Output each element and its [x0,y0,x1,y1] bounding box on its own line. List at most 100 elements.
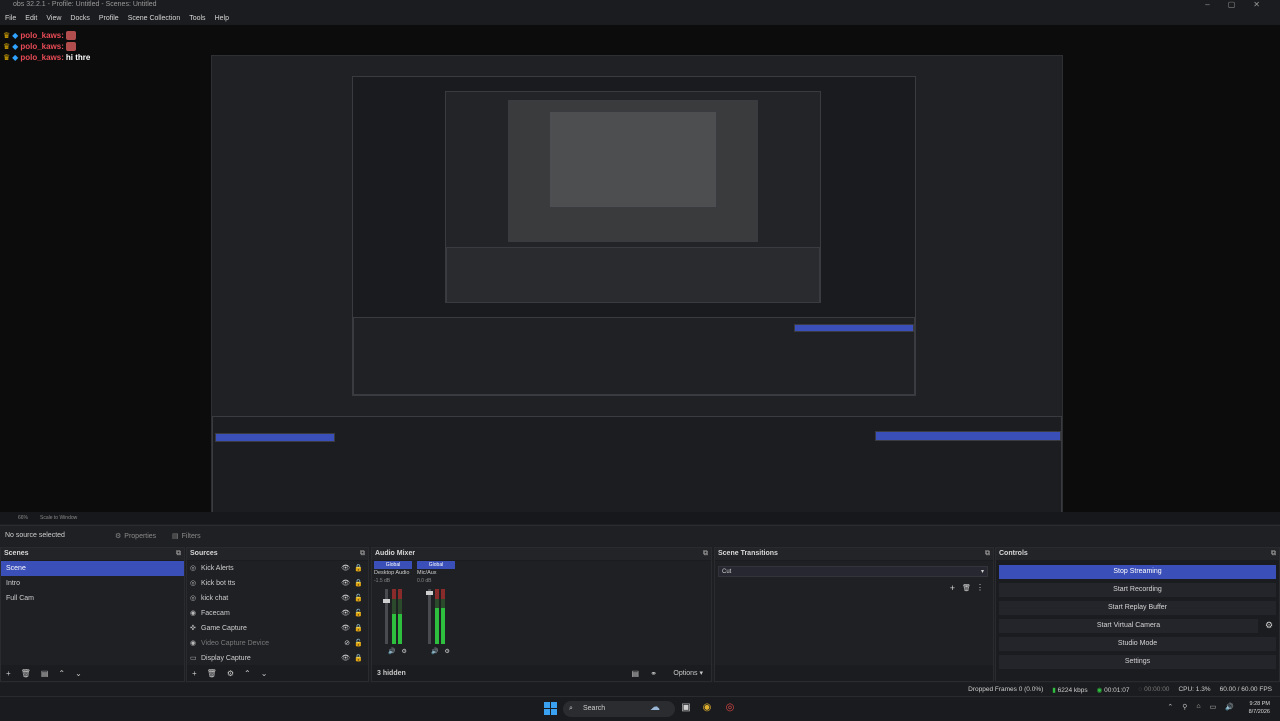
up-icon[interactable]: ⌃ [58,669,65,678]
windows-start-icon[interactable] [544,702,557,715]
source-name: Video Capture Device [201,640,269,647]
channel-name[interactable]: Mic/Aux [417,569,455,578]
menu-profile[interactable]: Profile [99,12,119,25]
menu-file[interactable]: File [5,12,16,25]
file-explorer-icon[interactable]: ▣ [679,701,693,715]
gear-icon[interactable]: ⚙ [227,669,234,678]
widgets-icon[interactable]: ☁ [648,701,662,715]
down-icon[interactable]: ⌄ [75,669,82,678]
stop-streaming-button[interactable]: Stop Streaming [999,565,1276,579]
gear-icon[interactable]: ⚙ [401,648,406,655]
speaker-icon[interactable]: 🔊 [388,648,395,655]
source-item[interactable]: ◉ Facecam 👁 🔓 [187,606,368,621]
eye-icon[interactable]: 👁 [341,621,350,636]
maximize-button[interactable]: ▢ [1228,0,1236,9]
zoom-level[interactable]: 66% [18,512,28,524]
filters-button[interactable]: ▤ Filters [167,530,206,542]
source-item[interactable]: ◎ kick chat 👁 🔓 [187,591,368,606]
nested-capture-1 [352,76,916,396]
start-replay-buffer-button[interactable]: Start Replay Buffer [999,601,1276,615]
chat-message: hi thre [65,53,91,62]
undock-icon[interactable]: ⧉ [360,548,365,560]
fader-knob[interactable] [383,599,390,603]
network-icon[interactable]: ▭ [1210,703,1217,711]
more-icon[interactable]: ⋮ [976,583,984,592]
gear-icon[interactable]: ⚙ [444,648,449,655]
trash-icon[interactable]: 🗑 [21,669,31,678]
menu-scene-collection[interactable]: Scene Collection [128,12,181,25]
filter-icon[interactable]: ▤ [41,669,49,678]
menu-help[interactable]: Help [215,12,229,25]
stream-time: ◉ 00:01:07 [1097,686,1130,694]
lock-icon[interactable]: 🔓 [354,636,363,651]
chevron-up-icon[interactable]: ⌃ [1167,703,1173,711]
eye-icon[interactable]: 👁 [341,591,350,606]
chat-overlay: ♛ ◆ polo_kaws: ♛ ◆ polo_kaws: ♛ ◆ polo_k… [3,30,90,63]
volume-icon[interactable]: 🔊 [1225,703,1234,711]
gear-icon[interactable]: ⚙ [1265,620,1273,631]
obs-icon[interactable]: ◎ [723,701,737,715]
chrome-icon[interactable]: ◉ [700,701,714,715]
hidden-count[interactable]: 3 hidden [377,670,406,677]
options-button[interactable]: Options ▾ [673,669,703,677]
layout-icon[interactable]: ▤ [631,669,639,678]
menu-docks[interactable]: Docks [70,12,89,25]
eye-hidden-icon[interactable]: ⊘ [344,636,350,651]
properties-label: Properties [124,532,157,540]
source-item[interactable]: ▭ Display Capture 👁 🔒 [187,651,368,666]
close-button[interactable]: ✕ [1253,0,1260,9]
trash-icon[interactable]: 🗑 [962,584,971,592]
fader-knob[interactable] [426,591,433,595]
eye-icon[interactable]: 👁 [341,606,350,621]
source-item[interactable]: ✜ Game Capture 👁 🔒 [187,621,368,636]
minimize-button[interactable]: – [1205,0,1209,9]
mic-icon[interactable]: ⚲ [1182,703,1187,711]
properties-button[interactable]: ⚙ Properties [110,530,161,542]
settings-button[interactable]: Settings [999,655,1276,669]
scene-item[interactable]: Intro [1,576,184,591]
crown-icon: ♛ [3,53,11,62]
lock-icon[interactable]: 🔒 [354,621,363,636]
link-icon[interactable]: ⚭ [650,669,657,678]
lock-icon[interactable]: 🔓 [354,591,363,606]
studio-mode-button[interactable]: Studio Mode [999,637,1276,651]
eye-icon[interactable]: 👁 [341,651,350,666]
audio-mixer-dock: Audio Mixer ⧉ Global Desktop Audio -1.5 … [371,547,712,682]
undock-icon[interactable]: ⧉ [985,548,990,560]
menu-tools[interactable]: Tools [189,12,205,25]
lock-icon[interactable]: 🔒 [354,576,363,591]
source-item[interactable]: ◎ Kick bot tts 👁 🔒 [187,576,368,591]
taskbar-clock[interactable]: 9:28 PM 8/7/2026 [1249,700,1270,716]
source-item[interactable]: ◎ Kick Alerts 👁 🔒 [187,561,368,576]
add-icon[interactable]: + [950,583,955,593]
up-icon[interactable]: ⌃ [244,669,251,678]
menu-edit[interactable]: Edit [25,12,37,25]
undock-icon[interactable]: ⧉ [1271,548,1276,560]
add-icon[interactable]: + [6,669,11,678]
source-item[interactable]: ◉ Video Capture Device ⊘ 🔓 [187,636,368,651]
start-recording-button[interactable]: Start Recording [999,583,1276,597]
volume-fader[interactable] [426,589,433,644]
undock-icon[interactable]: ⧉ [176,548,181,560]
eye-icon[interactable]: 👁 [341,561,350,576]
scene-item[interactable]: Full Cam [1,591,184,606]
preview-canvas[interactable] [211,55,1063,512]
undock-icon[interactable]: ⧉ [703,548,708,560]
add-icon[interactable]: + [192,669,197,678]
channel-name[interactable]: Desktop Audio [374,569,412,578]
eye-icon[interactable]: 👁 [341,576,350,591]
transition-select[interactable]: Cut ▾ [718,566,988,577]
preview-area[interactable]: ♛ ◆ polo_kaws: ♛ ◆ polo_kaws: ♛ ◆ polo_k… [0,25,1280,512]
lock-icon[interactable]: 🔓 [354,606,363,621]
menu-view[interactable]: View [46,12,61,25]
volume-fader[interactable] [383,589,390,644]
lock-icon[interactable]: 🔒 [354,561,363,576]
lock-icon[interactable]: 🔒 [354,651,363,666]
start-virtual-camera-button[interactable]: Start Virtual Camera [999,619,1258,633]
scene-item[interactable]: Scene [1,561,184,576]
trash-icon[interactable]: 🗑 [207,669,217,678]
scale-mode[interactable]: Scale to Window [40,512,77,524]
notification-icon[interactable]: ⌂ [1196,703,1200,711]
speaker-icon[interactable]: 🔊 [431,648,438,655]
down-icon[interactable]: ⌄ [261,669,268,678]
